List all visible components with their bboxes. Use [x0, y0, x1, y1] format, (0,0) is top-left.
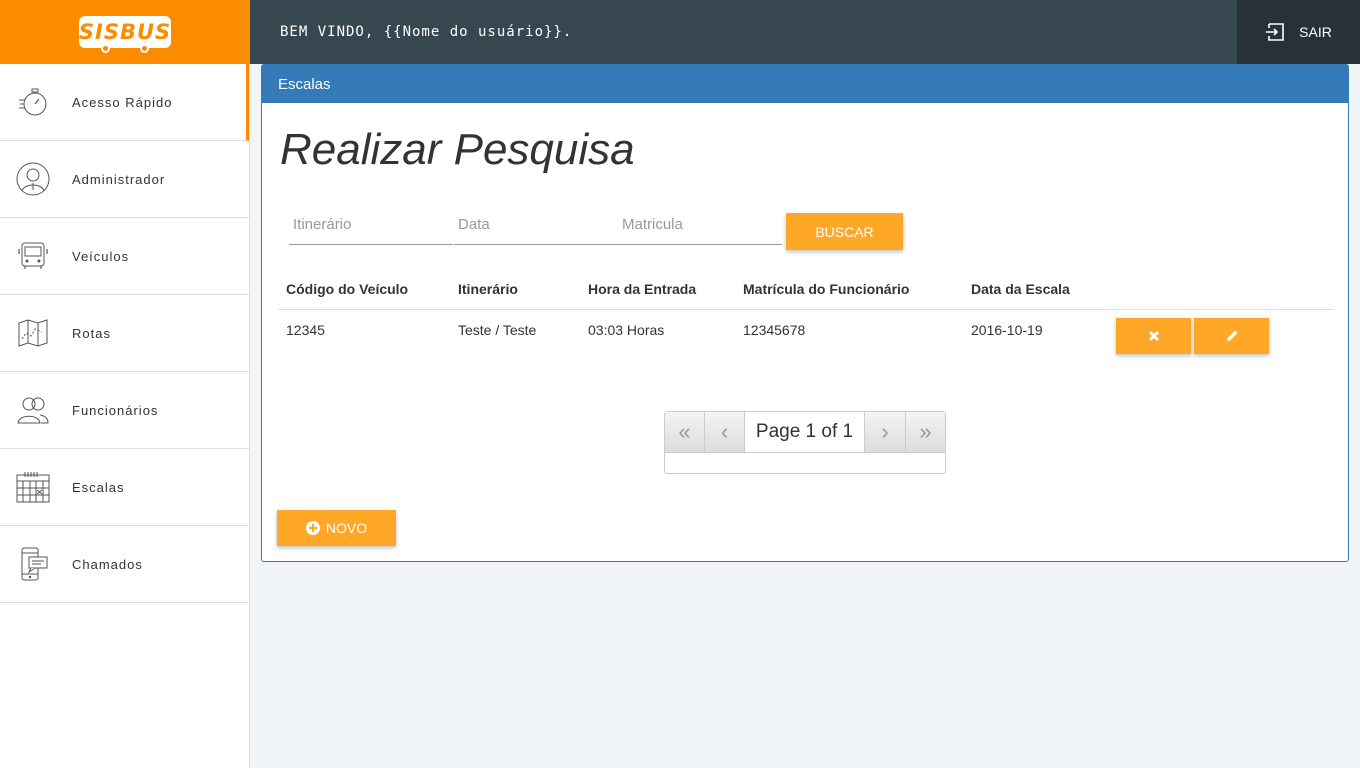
matricula-input[interactable] — [618, 205, 782, 244]
matricula-field — [618, 205, 782, 245]
welcome-message: BEM VINDO, {{Nome do usuário}}. — [280, 24, 573, 40]
logout-label: SAIR — [1299, 24, 1332, 40]
sidebar-item-escalas[interactable]: Escalas — [0, 449, 249, 526]
itinerario-field — [289, 205, 453, 245]
new-button-label: NOVO — [325, 520, 368, 536]
last-page-button[interactable]: » — [905, 412, 945, 452]
people-icon — [16, 393, 50, 427]
edit-button[interactable] — [1194, 318, 1269, 354]
column-header: Data da Escala — [971, 281, 1070, 297]
sidebar-item-rotas[interactable]: Rotas — [0, 295, 249, 372]
logo-text: SISBUS — [78, 20, 172, 44]
logo-area: SISBUS — [0, 0, 250, 64]
bus-icon — [16, 239, 50, 273]
logo-wheel-right — [140, 44, 149, 53]
data-field — [454, 205, 618, 245]
top-bar: BEM VINDO, {{Nome do usuário}}. — [250, 0, 1237, 64]
delete-button[interactable] — [1116, 318, 1191, 354]
column-header: Matrícula do Funcionário — [743, 281, 910, 297]
sidebar-item-chamados[interactable]: Chamados — [0, 526, 249, 603]
sidebar-item-label: Acesso Rápido — [72, 94, 173, 110]
sidebar-item-label: Chamados — [72, 556, 143, 572]
calendar-icon — [16, 470, 50, 504]
sidebar-item-label: Administrador — [72, 171, 166, 187]
logout-button[interactable]: SAIR — [1237, 0, 1360, 64]
column-header: Hora da Entrada — [588, 281, 697, 297]
prev-page-button[interactable]: ‹ — [705, 412, 745, 452]
sidebar-item-label: Rotas — [72, 325, 111, 341]
column-header: Código do Veículo — [286, 281, 409, 297]
sidebar-item-label: Funcionários — [72, 402, 159, 418]
pagination: « ‹ Page 1 of 1 › » — [664, 411, 946, 474]
map-icon — [16, 316, 50, 350]
pencil-icon — [1226, 330, 1237, 341]
first-page-button[interactable]: « — [665, 412, 705, 452]
table-cell: Teste / Teste — [458, 322, 537, 338]
table-cell: 03:03 Horas — [588, 322, 665, 338]
plus-circle-icon — [305, 521, 320, 535]
table-header: Código do Veículo Itinerário Hora da Ent… — [278, 270, 1334, 310]
results-table: Código do Veículo Itinerário Hora da Ent… — [278, 270, 1334, 356]
sidebar: Acesso Rápido Administrador Veículos Rot… — [0, 64, 250, 768]
search-button[interactable]: BUSCAR — [786, 213, 903, 250]
sidebar-item-label: Veículos — [72, 248, 130, 264]
page-title: Realizar Pesquisa — [280, 125, 635, 174]
stopwatch-icon — [16, 85, 50, 119]
logo-wheel-left — [101, 44, 110, 53]
escalas-panel: Escalas Realizar Pesquisa BUSCAR Código … — [261, 64, 1349, 562]
panel-header: Escalas — [262, 65, 1348, 103]
sidebar-item-funcionarios[interactable]: Funcionários — [0, 372, 249, 449]
data-input[interactable] — [454, 205, 618, 244]
table-cell: 2016-10-19 — [971, 322, 1043, 338]
column-header: Itinerário — [458, 281, 518, 297]
page-indicator: Page 1 of 1 — [745, 412, 865, 452]
table-cell: 12345 — [286, 322, 325, 338]
logo: SISBUS — [78, 16, 172, 53]
table-row: 12345 Teste / Teste 03:03 Horas 12345678… — [278, 310, 1334, 356]
panel-title: Escalas — [278, 75, 331, 93]
sidebar-item-veiculos[interactable]: Veículos — [0, 218, 249, 295]
sidebar-item-administrador[interactable]: Administrador — [0, 141, 249, 218]
phone-chat-icon — [16, 547, 50, 581]
admin-avatar-icon — [16, 162, 50, 196]
close-icon — [1148, 330, 1159, 342]
sidebar-item-label: Escalas — [72, 479, 125, 495]
next-page-button[interactable]: › — [865, 412, 905, 452]
logout-icon — [1266, 23, 1284, 41]
table-cell: 12345678 — [743, 322, 806, 338]
sidebar-item-acesso-rapido[interactable]: Acesso Rápido — [0, 64, 249, 141]
new-button[interactable]: NOVO — [277, 510, 396, 546]
itinerario-input[interactable] — [289, 205, 453, 244]
